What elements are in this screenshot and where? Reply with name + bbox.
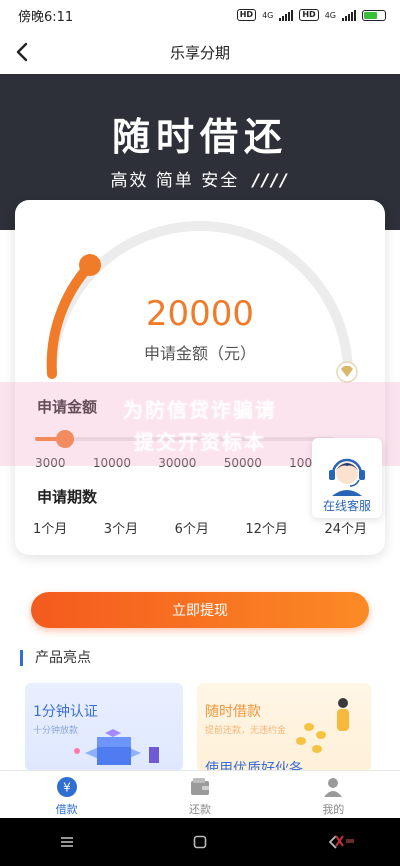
app-header: 乐享分期 — [0, 30, 400, 74]
network-type-2: 4G — [324, 10, 336, 20]
menu-button[interactable] — [55, 830, 79, 854]
home-button[interactable] — [188, 830, 212, 854]
loan-icon: ¥ — [56, 777, 77, 797]
status-bar: 傍晚6:11 HD 4G HD 4G — [0, 0, 400, 30]
nav-label: 我的 — [322, 803, 345, 816]
amount-section-label: 申请金额 — [37, 398, 98, 416]
amount-slider-thumb[interactable] — [56, 430, 74, 448]
slider-tick: 30000 — [158, 456, 197, 470]
user-icon — [324, 778, 343, 797]
back-arrow-icon — [16, 42, 28, 62]
slider-tick: 3000 — [35, 456, 66, 470]
hero-slashes: //// — [252, 171, 290, 191]
diamond-icon — [336, 361, 358, 383]
menu-icon — [60, 837, 73, 847]
slider-tick: 50000 — [223, 456, 262, 470]
customer-service-button[interactable]: 在线客服 — [312, 438, 382, 518]
hero-title: 随时借还 — [111, 114, 288, 159]
back-button[interactable] — [8, 38, 36, 66]
loan-amount: 20000 — [145, 294, 255, 334]
nav-label: 借款 — [55, 803, 78, 816]
status-icons: HD 4G HD 4G — [236, 9, 386, 21]
term-option-1[interactable]: 1个月 — [27, 518, 73, 537]
network-type: 4G — [262, 10, 274, 20]
nav-profile[interactable]: 我的 — [267, 771, 400, 818]
highlights-title: 产品亮点 — [35, 650, 91, 666]
hero-subtitle-text: 高效 简单 安全 — [110, 171, 240, 191]
gauge-thumb — [79, 254, 101, 276]
hero-subtitle: 高效 简单 安全 //// — [0, 166, 400, 191]
amount-slider[interactable] — [35, 430, 335, 448]
amount-slider-ticks: 3000 10000 30000 50000 100000 — [35, 456, 335, 470]
slider-tick: 10000 — [92, 456, 131, 470]
brand-mark-icon — [335, 835, 354, 847]
term-option-24[interactable]: 24个月 — [318, 518, 373, 537]
term-options: 1个月 3个月 6个月 12个月 24个月 — [27, 518, 373, 537]
page-title: 乐享分期 — [169, 43, 230, 62]
term-option-6[interactable]: 6个月 — [169, 518, 215, 537]
home-square-icon — [193, 835, 207, 849]
withdraw-button[interactable]: 立即提现 — [31, 592, 369, 628]
wallet-icon — [190, 778, 209, 795]
loan-amount-label: 申请金额（元） — [143, 344, 256, 363]
feature-illustration-icon — [74, 729, 159, 765]
term-option-3[interactable]: 3个月 — [98, 518, 144, 537]
signal-icon-2 — [342, 9, 356, 21]
signal-icon — [279, 9, 294, 21]
nav-repay[interactable]: 还款 — [133, 771, 266, 818]
hd-badge: HD — [236, 9, 257, 21]
customer-service-label: 在线客服 — [322, 499, 371, 513]
svg-text:¥: ¥ — [63, 781, 71, 795]
customer-service-icon — [329, 458, 365, 496]
term-section-label: 申请期数 — [37, 488, 98, 506]
status-time: 傍晚6:11 — [18, 9, 74, 25]
nav-loan[interactable]: ¥ 借款 — [0, 771, 133, 818]
battery-icon — [362, 9, 386, 21]
term-option-12[interactable]: 12个月 — [239, 518, 294, 537]
hd-badge-2: HD — [299, 9, 319, 21]
bottom-nav: ¥ 借款 还款 我的 — [0, 770, 400, 818]
feature-card-verify[interactable]: 1分钟认证 十分钟放款 — [25, 683, 183, 771]
nav-label: 还款 — [188, 803, 211, 816]
